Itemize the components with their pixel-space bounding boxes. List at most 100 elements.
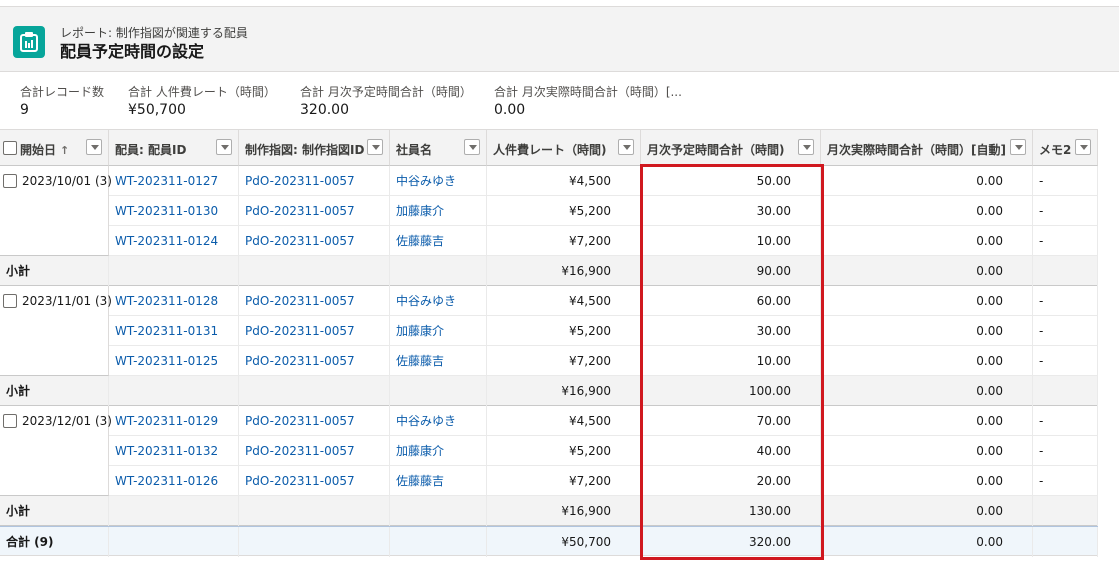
row-label: 合計 (9)	[6, 535, 54, 549]
summary-record-count: 合計レコード数 9	[20, 83, 104, 123]
column-header-memo[interactable]: メモ2	[1033, 129, 1098, 166]
column-menu-dropdown[interactable]	[216, 139, 232, 155]
staff-id-link[interactable]: WT-202311-0126	[109, 466, 239, 496]
table-row[interactable]: WT-202311-0132 PdO-202311-0057 加藤康介 ¥5,200 4…	[0, 436, 1098, 466]
order-id-link[interactable]: PdO-202311-0057	[239, 196, 390, 226]
column-divider	[389, 226, 390, 256]
column-menu-dropdown[interactable]	[1010, 139, 1026, 155]
table-row[interactable]: WT-202311-0129 PdO-202311-0057 中谷みゆき ¥4,500…	[0, 406, 1098, 436]
column-divider	[108, 376, 109, 406]
rate-cell: ¥5,200	[569, 324, 611, 338]
staff-id-link[interactable]: WT-202311-0129	[109, 406, 239, 436]
sort-ascending-icon[interactable]: ↑	[60, 144, 69, 157]
table-row[interactable]: WT-202311-0128 PdO-202311-0057 中谷みゆき ¥4,500…	[0, 286, 1098, 316]
column-divider	[486, 376, 487, 406]
actual-hours-cell: 0.00	[976, 504, 1003, 518]
employee-name-link[interactable]: 佐藤藤吉	[390, 346, 487, 376]
order-id-link[interactable]: PdO-202311-0057	[239, 436, 390, 466]
column-menu-dropdown[interactable]	[86, 139, 102, 155]
memo-cell: -	[1039, 234, 1044, 248]
employee-name-link[interactable]: 佐藤藤吉	[390, 226, 487, 256]
column-divider	[389, 256, 390, 286]
column-divider	[238, 436, 239, 466]
column-menu-dropdown[interactable]	[798, 139, 814, 155]
summary-value: 9	[20, 102, 29, 118]
group-checkbox[interactable]	[3, 294, 17, 308]
memo-cell: -	[1039, 414, 1044, 428]
staff-id-link[interactable]: WT-202311-0132	[109, 436, 239, 466]
employee-name-link[interactable]: 加藤康介	[390, 436, 487, 466]
staff-id-link[interactable]: WT-202311-0131	[109, 316, 239, 346]
order-id-link[interactable]: PdO-202311-0057	[239, 226, 390, 256]
order-id-link[interactable]: PdO-202311-0057	[239, 286, 390, 316]
memo-cell: -	[1039, 354, 1044, 368]
column-divider	[1032, 466, 1033, 496]
column-label: 社員名	[396, 143, 433, 157]
column-header-rate[interactable]: 人件費レート（時間)	[487, 129, 641, 166]
table-row[interactable]: WT-202311-0126 PdO-202311-0057 佐藤藤吉 ¥7,200 2…	[0, 466, 1098, 496]
column-menu-dropdown[interactable]	[1075, 139, 1091, 155]
staff-id-link[interactable]: WT-202311-0127	[109, 166, 239, 196]
column-divider	[1032, 376, 1033, 406]
table-row[interactable]: WT-202311-0124 PdO-202311-0057 佐藤藤吉 ¥7,200 1…	[0, 226, 1098, 256]
order-id-link[interactable]: PdO-202311-0057	[239, 466, 390, 496]
staff-id-link[interactable]: WT-202311-0125	[109, 346, 239, 376]
employee-name-link[interactable]: 中谷みゆき	[390, 406, 487, 436]
column-divider	[238, 166, 239, 196]
order-id-link[interactable]: PdO-202311-0057	[239, 316, 390, 346]
column-label: 人件費レート（時間)	[493, 143, 607, 157]
rate-cell: ¥5,200	[569, 444, 611, 458]
column-divider	[238, 316, 239, 346]
group-cell: 2023/12/01 (3)	[0, 406, 112, 496]
group-checkbox[interactable]	[3, 414, 17, 428]
group-cell: 2023/10/01 (3)	[0, 166, 112, 256]
memo-cell: -	[1039, 474, 1044, 488]
table-row[interactable]: WT-202311-0125 PdO-202311-0057 佐藤藤吉 ¥7,200 1…	[0, 346, 1098, 376]
column-divider	[389, 316, 390, 346]
actual-hours-cell: 0.00	[976, 354, 1003, 368]
employee-name-link[interactable]: 佐藤藤吉	[390, 466, 487, 496]
column-divider	[1097, 527, 1098, 557]
column-divider	[389, 496, 390, 526]
table-row[interactable]: WT-202311-0130 PdO-202311-0057 加藤康介 ¥5,200 3…	[0, 196, 1098, 226]
column-menu-dropdown[interactable]	[464, 139, 480, 155]
column-divider	[238, 376, 239, 406]
column-header-actual-hours[interactable]: 月次実際時間合計（時間）[自動]	[821, 129, 1033, 166]
employee-name-link[interactable]: 中谷みゆき	[390, 166, 487, 196]
group-checkbox[interactable]	[3, 174, 17, 188]
summary-value: 320.00	[300, 102, 349, 118]
staff-id-link[interactable]: WT-202311-0128	[109, 286, 239, 316]
column-divider	[1097, 196, 1098, 226]
summary-value: ¥50,700	[128, 102, 186, 118]
employee-name-link[interactable]: 加藤康介	[390, 316, 487, 346]
order-id-link[interactable]: PdO-202311-0057	[239, 346, 390, 376]
employee-name-link[interactable]: 加藤康介	[390, 196, 487, 226]
column-header-planned-hours[interactable]: 月次予定時間合計（時間)	[641, 129, 821, 166]
column-label: 開始日	[20, 143, 57, 157]
summary-label: 合計 月次予定時間合計（時間）	[300, 85, 472, 99]
summary-value: 0.00	[494, 102, 526, 118]
table-row[interactable]: WT-202311-0131 PdO-202311-0057 加藤康介 ¥5,200 3…	[0, 316, 1098, 346]
column-header-employee-name[interactable]: 社員名	[390, 129, 487, 166]
order-id-link[interactable]: PdO-202311-0057	[239, 166, 390, 196]
rate-cell: ¥16,900	[561, 504, 611, 518]
select-all-checkbox[interactable]	[3, 141, 17, 155]
row-label: 小計	[6, 504, 31, 518]
staff-id-link[interactable]: WT-202311-0130	[109, 196, 239, 226]
column-divider	[389, 376, 390, 406]
column-header-order-id[interactable]: 制作指図: 制作指図ID	[239, 129, 390, 166]
column-divider	[486, 406, 487, 436]
column-header-staff-id[interactable]: 配員: 配員ID	[109, 129, 239, 166]
subtotal-row: 小計 ¥16,900 100.00 0.00	[0, 376, 1098, 406]
staff-id-link[interactable]: WT-202311-0124	[109, 226, 239, 256]
summary-actual-total: 合計 月次実際時間合計（時間）[... 0.00	[494, 83, 682, 123]
employee-name-link[interactable]: 中谷みゆき	[390, 286, 487, 316]
order-id-link[interactable]: PdO-202311-0057	[239, 406, 390, 436]
column-divider	[486, 346, 487, 376]
column-divider	[389, 436, 390, 466]
column-menu-dropdown[interactable]	[367, 139, 383, 155]
table-row[interactable]: WT-202311-0127 PdO-202311-0057 中谷みゆき ¥4,500…	[0, 166, 1098, 196]
column-header-start-date[interactable]: 開始日 ↑	[0, 129, 109, 166]
column-menu-dropdown[interactable]	[618, 139, 634, 155]
column-divider	[486, 527, 487, 557]
